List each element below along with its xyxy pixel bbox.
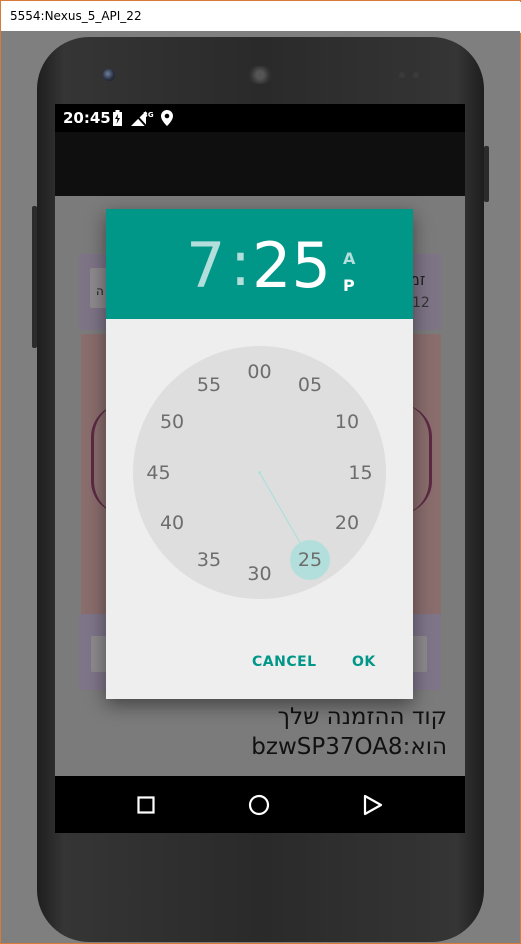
app-left-button-label: ה [96,284,104,298]
signal-3g-icon: 3G [131,111,154,126]
status-bar: 20:45 3G [55,104,465,132]
minute-clock-dial[interactable]: 00 05 10 15 20 25 30 35 40 45 50 55 [133,346,386,599]
network-type-label: 3G [143,111,154,119]
clock-minute-35[interactable]: 35 [189,548,229,572]
clock-minute-05[interactable]: 05 [290,373,330,397]
window-title: 5554:Nexus_5_API_22 [10,9,142,23]
location-pin-icon [161,110,173,126]
pm-toggle[interactable]: P [343,276,355,295]
clock-minute-20[interactable]: 20 [327,511,367,535]
clock-numbers: 00 05 10 15 20 25 30 35 40 45 50 55 [133,346,386,599]
clock-minute-30[interactable]: 30 [240,562,280,586]
am-toggle[interactable]: A [343,249,355,268]
light-sensor-icon [413,72,419,78]
ok-button[interactable]: OK [352,654,376,670]
front-camera-icon [103,69,115,81]
app-header-subtext: 12 [412,295,430,311]
clock-minute-40[interactable]: 40 [152,511,192,535]
clock-minute-25[interactable]: 25 [290,548,330,572]
power-button[interactable] [484,146,489,202]
clock-minute-45[interactable]: 45 [139,461,179,485]
clock-minute-10[interactable]: 10 [327,410,367,434]
cancel-button[interactable]: CANCEL [252,654,317,670]
time-picker-dialog: 7 : 25 A P 00 05 10 15 20 25 30 35 40 45 50 55 CANC… [106,209,413,699]
clock-minute-55[interactable]: 55 [189,373,229,397]
clock-minute-00[interactable]: 00 [240,360,280,384]
clock-minute-15[interactable]: 15 [341,461,381,485]
recents-icon[interactable] [137,796,155,814]
proximity-sensor-icon [399,72,405,78]
time-separator: : [230,227,251,300]
back-icon[interactable] [363,794,383,816]
time-picker-header: 7 : 25 A P [106,209,413,319]
home-icon[interactable] [248,794,270,816]
volume-button[interactable] [32,206,37,348]
minute-display[interactable]: 25 [252,235,331,297]
app-action-bar [55,132,465,196]
status-time: 20:45 [63,109,111,127]
device-screen: 20:45 3G ה זמ 12 קוד ההזמנה שלך הוא:bzwS… [55,104,465,833]
battery-charging-icon [113,110,122,126]
speaker-grille-icon [248,66,272,84]
invite-code-text: קוד ההזמנה שלך הוא:bzwSP37OA8 [251,704,447,760]
navigation-bar [55,776,465,833]
clock-minute-50[interactable]: 50 [152,410,192,434]
hour-display[interactable]: 7 [186,235,225,297]
